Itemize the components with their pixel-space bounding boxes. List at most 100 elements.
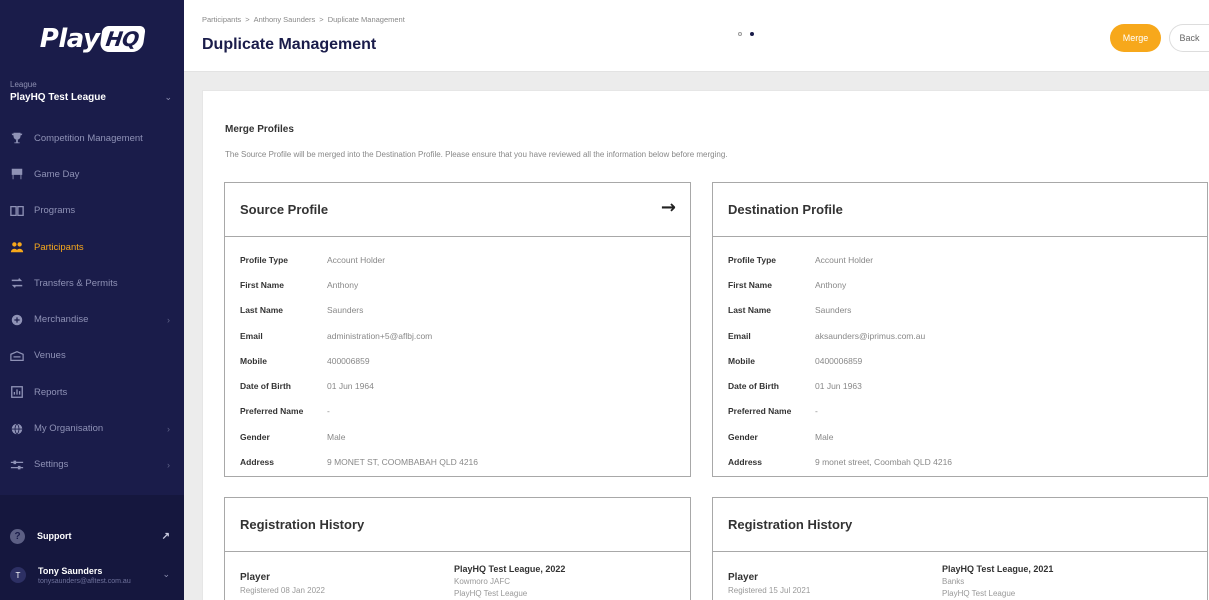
breadcrumb: Participants > Anthony Saunders > Duplicate … — [202, 15, 405, 24]
sidebar-item-venues[interactable]: Venues — [0, 338, 184, 374]
card-title: Source Profile — [240, 202, 329, 217]
field-value: 01 Jun 1963 — [815, 381, 862, 392]
card-header: Registration History — [225, 498, 690, 552]
sidebar-item-participants[interactable]: Participants — [0, 229, 184, 265]
profile-field-row: Preferred Name - — [225, 399, 690, 424]
field-value: 9 MONET ST, COOMBABAH QLD 4216 — [327, 457, 478, 468]
field-label: First Name — [728, 279, 772, 290]
sidebar-item-merchandise[interactable]: Merchandise › — [0, 301, 184, 337]
field-value: aksaunders@iprimus.com.au — [815, 330, 926, 341]
field-value: 9 monet street, Coombah QLD 4216 — [815, 457, 953, 468]
chevron-right-icon: › — [167, 314, 170, 325]
sidebar-item-label: My Organisation — [34, 423, 104, 435]
registration-competition: PlayHQ Test League, 2022 — [454, 564, 566, 574]
registration-competition: PlayHQ Test League, 2021 — [942, 564, 1054, 574]
globe-icon — [10, 422, 24, 436]
section-description: The Source Profile will be merged into t… — [225, 150, 728, 159]
sidebar: Play HQ League PlayHQ Test League ⌄ Compe… — [0, 0, 184, 600]
avatar: T — [10, 567, 26, 583]
field-label: Date of Birth — [728, 381, 779, 392]
league-selector[interactable]: League PlayHQ Test League ⌄ — [0, 78, 184, 120]
step-indicator — [738, 32, 754, 36]
step-dot-active — [750, 32, 754, 36]
user-email: tonysaunders@afltest.com.au — [38, 577, 131, 585]
field-label: Date of Birth — [240, 381, 291, 392]
merge-button[interactable]: Merge — [1110, 24, 1161, 52]
breadcrumb-participants[interactable]: Participants — [202, 15, 241, 24]
field-value: - — [815, 406, 818, 417]
people-icon — [10, 240, 24, 254]
book-icon — [10, 204, 24, 218]
field-label: Preferred Name — [728, 406, 792, 417]
registration-date: Registered 08 Jan 2022 — [240, 586, 325, 595]
breadcrumb-participant-name[interactable]: Anthony Saunders — [254, 15, 316, 24]
support-label: Support — [37, 531, 72, 541]
field-label: Gender — [240, 431, 270, 442]
profile-field-row: Email aksaunders@iprimus.com.au — [713, 323, 1207, 348]
sidebar-item-label: Merchandise — [34, 314, 89, 326]
external-link-icon: ↗ — [161, 530, 170, 542]
registration-date: Registered 15 Jul 2021 — [728, 586, 811, 595]
field-value: Male — [815, 431, 834, 442]
destination-registration-card: Registration History Player Registered 1… — [712, 497, 1208, 600]
field-value: 0400006859 — [815, 355, 863, 366]
logo[interactable]: Play HQ — [0, 0, 184, 78]
report-icon — [10, 385, 24, 399]
field-label: Profile Type — [240, 254, 289, 265]
card-title: Destination Profile — [728, 202, 843, 217]
profile-field-row: Gender Male — [713, 424, 1207, 449]
step-dot — [738, 32, 742, 36]
sidebar-footer: ? Support ↗ T Tony Saunders tonysaunders… — [0, 495, 184, 600]
card-title: Registration History — [240, 517, 365, 532]
sidebar-item-my-organisation[interactable]: My Organisation › — [0, 410, 184, 446]
arrow-right-icon[interactable]: → — [661, 197, 676, 218]
sidebar-item-game-day[interactable]: Game Day — [0, 156, 184, 192]
card-header: Destination Profile — [713, 183, 1207, 237]
breadcrumb-current: Duplicate Management — [327, 15, 405, 24]
sidebar-item-competition-management[interactable]: Competition Management — [0, 120, 184, 156]
card-header: Registration History — [713, 498, 1207, 552]
profile-field-row: Mobile 0400006859 — [713, 348, 1207, 373]
support-link[interactable]: ? Support ↗ — [0, 517, 184, 555]
chevron-right-icon: › — [167, 459, 170, 470]
profile-field-row: Last Name Saunders — [225, 298, 690, 323]
registration-role: Player — [728, 572, 759, 583]
source-registration-card: Registration History Player Registered 0… — [224, 497, 691, 600]
page-header: Participants > Anthony Saunders > Duplicate … — [184, 0, 1209, 72]
registration-item: Player Registered 08 Jan 2022 PlayHQ Tes… — [225, 552, 690, 600]
logo-text: Play — [39, 24, 100, 54]
profile-field-row: Date of Birth 01 Jun 1963 — [713, 373, 1207, 398]
field-value: Anthony — [327, 279, 359, 290]
card-header: Source Profile → — [225, 183, 690, 237]
field-value: 01 Jun 1964 — [327, 381, 374, 392]
profile-fields: Profile Type Account Holder First Name Anth… — [225, 237, 690, 475]
field-label: Address — [728, 457, 763, 468]
chevron-down-icon: ⌄ — [164, 92, 172, 102]
field-label: Last Name — [728, 305, 771, 316]
sidebar-item-label: Participants — [34, 241, 84, 253]
field-value: 400006859 — [327, 355, 370, 366]
sidebar-nav: Competition Management Game Day Programs Pa… — [0, 120, 184, 483]
sidebar-item-label: Venues — [34, 350, 66, 362]
user-menu[interactable]: T Tony Saunders tonysaunders@afltest.com… — [0, 555, 184, 595]
sidebar-item-settings[interactable]: Settings › — [0, 447, 184, 483]
profile-field-row: Email administration+5@aflbj.com — [225, 323, 690, 348]
profile-field-row: Preferred Name - — [713, 399, 1207, 424]
registration-club: Kowmoro JAFC — [454, 577, 511, 586]
sidebar-item-programs[interactable]: Programs — [0, 193, 184, 229]
profile-field-row: Address 9 monet street, Coombah QLD 4216 — [713, 449, 1207, 474]
sidebar-item-reports[interactable]: Reports — [0, 374, 184, 410]
logo-badge: HQ — [99, 26, 147, 52]
field-value: Anthony — [815, 279, 847, 290]
sidebar-item-label: Programs — [34, 205, 76, 217]
sidebar-item-transfers-permits[interactable]: Transfers & Permits — [0, 265, 184, 301]
field-value: Account Holder — [815, 254, 874, 265]
league-label: League — [10, 80, 37, 89]
breadcrumb-separator: > — [319, 15, 324, 24]
field-label: Gender — [728, 431, 758, 442]
profile-fields: Profile Type Account Holder First Name Anth… — [713, 237, 1207, 475]
back-button[interactable]: Back — [1169, 24, 1209, 52]
user-name: Tony Saunders — [38, 565, 103, 576]
registration-club: Banks — [942, 577, 965, 586]
section-title: Merge Profiles — [225, 124, 294, 135]
